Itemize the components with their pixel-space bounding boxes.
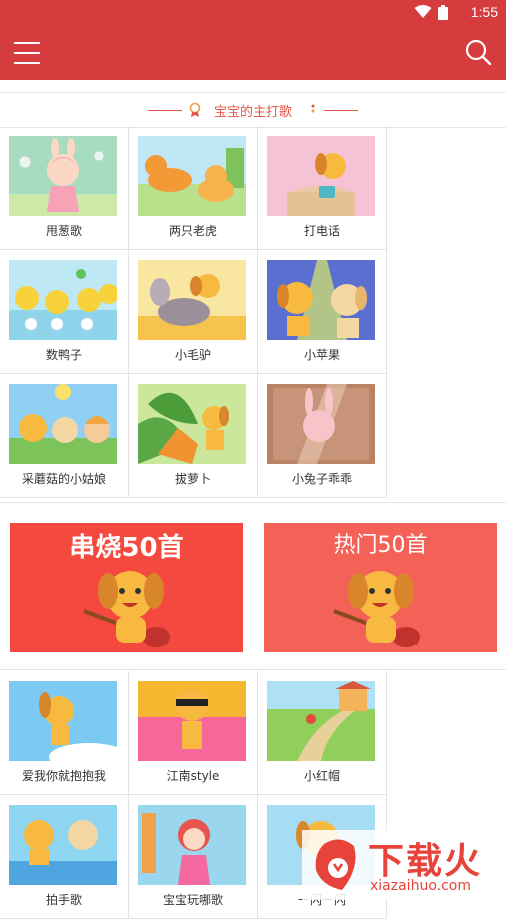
search-icon[interactable]	[464, 38, 492, 66]
song-thumbnail	[267, 136, 375, 216]
music-note-icon	[311, 104, 315, 113]
banner-medley[interactable]: 串烧50首	[10, 523, 243, 652]
song-thumbnail	[267, 260, 375, 340]
status-time: 1:55	[470, 4, 498, 20]
song-card[interactable]: 拔萝卜	[129, 374, 258, 498]
song-thumbnail	[267, 384, 375, 464]
song-thumbnail	[9, 260, 117, 340]
status-bar: 1:55	[0, 0, 506, 26]
watermark-logo: 下载火 xiazaihuo.com	[302, 830, 502, 900]
app-bar	[0, 26, 506, 80]
divider-left	[147, 109, 182, 111]
section-title: 宝宝的主打歌	[213, 104, 292, 120]
hamburger-menu-icon[interactable]	[14, 40, 42, 66]
banner-popular[interactable]: 热门50首	[264, 523, 497, 652]
wifi-icon	[414, 5, 432, 18]
status-icons	[414, 5, 448, 20]
song-card[interactable]: 江南style	[129, 671, 258, 795]
song-label: 爱我你就抱抱我	[21, 769, 106, 783]
song-card[interactable]: 小苹果	[258, 250, 387, 374]
song-card[interactable]: 甩葱歌	[0, 126, 129, 250]
song-label: 小兔子乖乖	[291, 472, 352, 486]
song-card[interactable]: 小毛驴	[129, 250, 258, 374]
song-thumbnail	[9, 805, 117, 885]
song-label: 小苹果	[303, 348, 340, 362]
song-label: 江南style	[166, 769, 220, 783]
song-label: 小红帽	[303, 769, 340, 783]
song-card[interactable]: 数鸭子	[0, 250, 129, 374]
banner-label: 热门50首	[333, 533, 428, 558]
song-thumbnail	[138, 384, 246, 464]
song-card[interactable]: 打电话	[258, 126, 387, 250]
song-card[interactable]: 小红帽	[258, 671, 387, 795]
song-thumbnail	[9, 384, 117, 464]
song-thumbnail	[9, 136, 117, 216]
song-card[interactable]: 爱我你就抱抱我	[0, 671, 129, 795]
medal-icon	[189, 103, 201, 117]
song-card[interactable]: 采蘑菇的小姑娘	[0, 374, 129, 498]
song-card[interactable]: 小兔子乖乖	[258, 374, 387, 498]
song-thumbnail	[138, 260, 246, 340]
song-thumbnail	[138, 805, 246, 885]
song-thumbnail	[138, 136, 246, 216]
song-label: 两只老虎	[168, 224, 217, 238]
watermark-domain: xiazaihuo.com	[370, 878, 471, 894]
section-header: 宝宝的主打歌	[0, 92, 506, 128]
divider-right	[324, 109, 358, 111]
song-label: 小毛驴	[174, 348, 211, 362]
song-label: 数鸭子	[45, 348, 82, 362]
song-label: 采蘑菇的小姑娘	[21, 472, 106, 486]
song-card[interactable]: 两只老虎	[129, 126, 258, 250]
banner-row: 串烧50首 热门50首	[0, 502, 506, 670]
watermark-brand: 下载火	[368, 841, 483, 882]
song-thumbnail	[138, 681, 246, 761]
song-card[interactable]: 拍手歌	[0, 795, 129, 919]
song-label: 拔萝卜	[174, 472, 211, 486]
dog-guitar-illustration	[83, 571, 170, 647]
song-label: 甩葱歌	[45, 224, 82, 238]
song-grid-top: 甩葱歌 两只老虎 打电话 数鸭子 小毛驴 小苹果 采蘑菇的小姑娘 拔萝卜 小兔子…	[0, 126, 387, 498]
dog-guitar-illustration	[333, 571, 420, 647]
song-label: 打电话	[303, 224, 340, 238]
song-thumbnail	[9, 681, 117, 761]
battery-icon	[438, 5, 448, 20]
song-thumbnail	[267, 681, 375, 761]
song-card[interactable]: 宝宝玩哪歌	[129, 795, 258, 919]
